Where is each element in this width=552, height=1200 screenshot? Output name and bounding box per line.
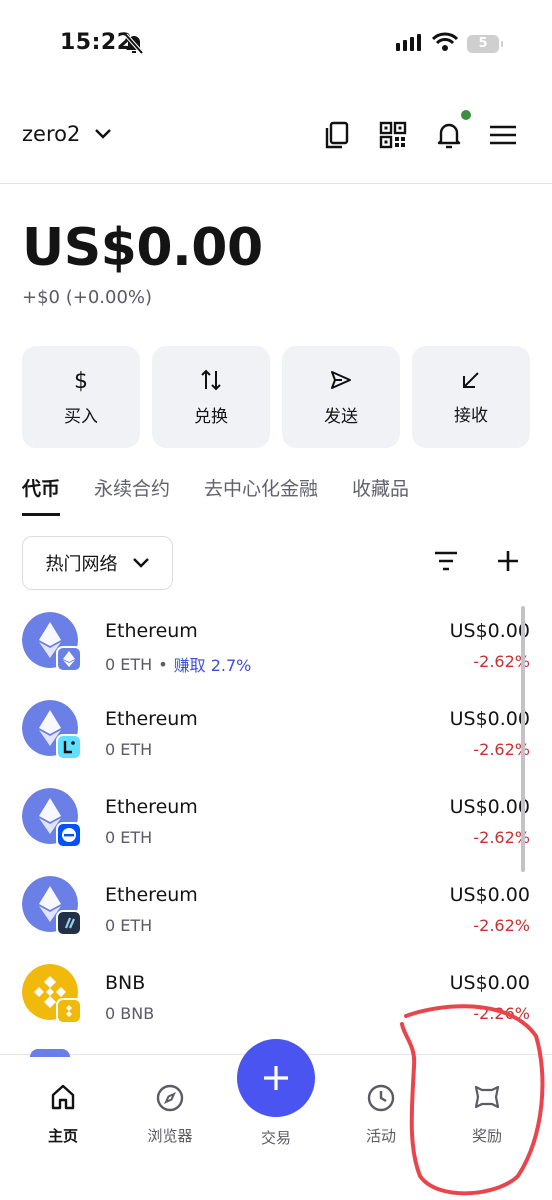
- token-amount: 0 ETH: [105, 828, 153, 847]
- cellular-signal-icon: [396, 34, 421, 51]
- token-amount-line: 0 ETH: [105, 828, 152, 847]
- token-row[interactable]: Ethereum 0 ETH US$0.00 -2.62%: [22, 694, 530, 782]
- home-icon: [51, 1084, 75, 1110]
- linea-network-badge-icon: [56, 734, 82, 760]
- menu-icon[interactable]: [488, 120, 518, 150]
- token-amount: 0 ETH: [105, 916, 153, 935]
- token-amount: 0 ETH: [105, 654, 153, 674]
- nav-trade-label: 交易: [260, 1129, 291, 1147]
- nav-browser-label: 浏览器: [147, 1127, 193, 1145]
- token-amount-line: 0 ETH • 赚取 2.7%: [105, 652, 251, 676]
- next-token-logo-peek: [30, 1049, 70, 1057]
- receive-icon: [463, 371, 479, 388]
- tab-perpetuals[interactable]: 永续合约: [94, 474, 170, 516]
- token-amount-line: 0 BNB: [105, 1004, 154, 1023]
- tab-defi[interactable]: 去中心化金融: [204, 474, 318, 516]
- plus-icon: [264, 1066, 288, 1090]
- token-value: US$0.00: [449, 620, 530, 642]
- account-name: zero2: [22, 122, 81, 146]
- swap-label: 兑换: [194, 406, 228, 427]
- sort-filter-icon[interactable]: [433, 550, 459, 572]
- receive-button[interactable]: 接收: [412, 346, 530, 448]
- dollar-icon: $: [74, 369, 88, 392]
- token-name: Ethereum: [105, 884, 198, 906]
- tab-collectibles[interactable]: 收藏品: [352, 474, 409, 516]
- copy-icon[interactable]: [322, 120, 352, 150]
- asset-tabs: 代币 永续合约 去中心化金融 收藏品: [22, 474, 409, 516]
- app-header: zero2: [0, 100, 552, 184]
- annotation-circle: [400, 1004, 545, 1196]
- base-network-badge-icon: [56, 822, 82, 848]
- chevron-down-icon: [95, 129, 112, 139]
- compass-icon: [156, 1084, 184, 1112]
- battery-indicator: 5: [467, 35, 503, 53]
- chevron-down-icon: [132, 558, 149, 568]
- token-change: -2.62%: [473, 916, 530, 935]
- bell-muted-icon: [124, 33, 144, 55]
- token-value: US$0.00: [449, 708, 530, 730]
- list-scrollbar[interactable]: [521, 606, 525, 872]
- bnb-network-badge-icon: [56, 998, 82, 1024]
- token-name: Ethereum: [105, 620, 198, 642]
- bell-icon[interactable]: [434, 120, 464, 150]
- token-name: Ethereum: [105, 708, 198, 730]
- earn-link[interactable]: 赚取 2.7%: [174, 652, 252, 676]
- token-value: US$0.00: [449, 796, 530, 818]
- tab-tokens[interactable]: 代币: [22, 474, 61, 516]
- qr-code-icon[interactable]: [378, 120, 408, 150]
- token-row[interactable]: Ethereum 0 ETH US$0.00 -2.62%: [22, 870, 530, 958]
- trade-button[interactable]: [237, 1039, 315, 1117]
- buy-button[interactable]: $ 买入: [22, 346, 140, 448]
- nav-activity-label: 活动: [365, 1127, 396, 1145]
- ethereum-network-badge-icon: [56, 646, 82, 672]
- nav-browser[interactable]: 浏览器: [125, 1083, 215, 1146]
- send-icon: [331, 370, 351, 389]
- send-label: 发送: [324, 406, 358, 427]
- account-selector[interactable]: zero2: [22, 122, 112, 146]
- token-row[interactable]: Ethereum 0 ETH • 赚取 2.7% US$0.00 -2.62%: [22, 606, 530, 694]
- token-name: Ethereum: [105, 796, 198, 818]
- swap-icon: [201, 369, 221, 390]
- separator-dot: •: [158, 654, 168, 674]
- clock-icon: [367, 1084, 395, 1112]
- wifi-icon: [432, 32, 458, 51]
- token-amount: 0 ETH: [105, 740, 153, 759]
- network-filter-dropdown[interactable]: 热门网络: [22, 536, 173, 590]
- token-name: BNB: [105, 972, 146, 994]
- token-value: US$0.00: [449, 884, 530, 906]
- buy-label: 买入: [64, 406, 98, 427]
- receive-label: 接收: [454, 405, 488, 426]
- arbitrum-network-badge-icon: [56, 910, 82, 936]
- send-button[interactable]: 发送: [282, 346, 400, 448]
- token-amount-line: 0 ETH: [105, 916, 152, 935]
- network-filter-label: 热门网络: [45, 554, 118, 575]
- swap-button[interactable]: 兑换: [152, 346, 270, 448]
- nav-home-label: 主页: [47, 1127, 78, 1145]
- total-balance: US$0.00: [22, 218, 263, 278]
- token-row[interactable]: Ethereum 0 ETH US$0.00 -2.62%: [22, 782, 530, 870]
- status-bar: 15:22 5: [0, 0, 552, 92]
- token-list: Ethereum 0 ETH • 赚取 2.7% US$0.00 -2.62% …: [22, 606, 530, 1046]
- token-value: US$0.00: [449, 972, 530, 994]
- add-token-icon[interactable]: [496, 549, 520, 573]
- token-amount: 0 BNB: [105, 1004, 155, 1023]
- balance-change: +$0 (+0.00%): [22, 287, 153, 308]
- token-amount-line: 0 ETH: [105, 740, 152, 759]
- svg-text:$: $: [74, 369, 88, 392]
- quick-actions: $ 买入 兑换 发送 接收: [22, 346, 530, 448]
- nav-home[interactable]: 主页: [18, 1083, 108, 1146]
- notification-dot: [461, 110, 471, 120]
- status-time: 15:22: [60, 30, 133, 55]
